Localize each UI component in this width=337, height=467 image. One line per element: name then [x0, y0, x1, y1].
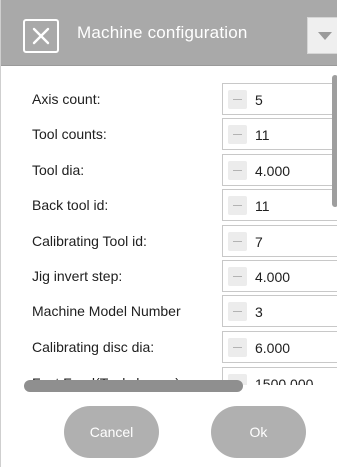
field-row-tool-counts: Tool counts: 11	[1, 118, 337, 150]
chevron-down-icon	[318, 32, 332, 40]
field-value: 6.000	[255, 340, 291, 356]
settings-list: Axis count: 5 Tool counts: 11 Tool dia: …	[1, 67, 337, 385]
menu-dropdown-button[interactable]	[307, 17, 337, 54]
field-label: Tool dia:	[32, 162, 85, 178]
field-row-back-tool-id: Back tool id: 11	[1, 189, 337, 221]
field-label: Calibrating Tool id:	[32, 233, 147, 249]
field-input[interactable]: 4.000	[222, 154, 337, 186]
minus-icon[interactable]	[228, 302, 247, 321]
field-row-axis-count: Axis count: 5	[1, 83, 337, 115]
dialog-title: Machine configuration	[77, 23, 248, 42]
field-value: 5	[255, 92, 263, 108]
field-input[interactable]: 11	[222, 118, 337, 150]
close-icon	[32, 27, 50, 45]
field-input[interactable]: 11	[222, 189, 337, 221]
minus-icon[interactable]	[228, 338, 247, 357]
ok-button[interactable]: Ok	[211, 406, 306, 458]
field-label: Axis count:	[32, 91, 101, 107]
field-value: 1500.000	[255, 376, 314, 385]
minus-icon[interactable]	[228, 90, 247, 109]
minus-icon[interactable]	[228, 196, 247, 215]
field-label: Jig invert step:	[32, 268, 123, 284]
field-label: Back tool id:	[32, 197, 109, 213]
field-value: 3	[255, 304, 263, 320]
machine-configuration-dialog: Machine configuration Axis count: 5 Tool…	[0, 0, 337, 467]
field-input[interactable]: 7	[222, 225, 337, 257]
field-value: 11	[255, 198, 270, 214]
field-input[interactable]: 4.000	[222, 260, 337, 292]
field-value: 11	[255, 127, 270, 143]
field-row-calibrating-tool-id: Calibrating Tool id: 7	[1, 225, 337, 257]
field-value: 7	[255, 234, 263, 250]
minus-icon[interactable]	[228, 267, 247, 286]
field-input[interactable]: 5	[222, 83, 337, 115]
field-label: Calibrating disc dia:	[32, 339, 155, 355]
cancel-button[interactable]: Cancel	[64, 406, 159, 458]
field-row-tool-dia: Tool dia: 4.000	[1, 154, 337, 186]
field-input[interactable]: 3	[222, 295, 337, 327]
field-row-machine-model-number: Machine Model Number 3	[1, 295, 337, 327]
field-row-calibrating-disc-dia: Calibrating disc dia: 6.000	[1, 331, 337, 363]
minus-icon[interactable]	[228, 125, 247, 144]
field-label: Tool counts:	[32, 126, 107, 142]
field-value: 4.000	[255, 163, 291, 179]
vertical-scrollbar[interactable]	[332, 75, 337, 207]
title-bar: Machine configuration	[1, 0, 337, 66]
close-button[interactable]	[23, 19, 59, 53]
minus-icon[interactable]	[228, 232, 247, 251]
field-label: Machine Model Number	[32, 303, 181, 319]
minus-icon[interactable]	[228, 161, 247, 180]
field-value: 4.000	[255, 269, 291, 285]
field-input[interactable]: 6.000	[222, 331, 337, 363]
horizontal-scrollbar[interactable]	[24, 380, 243, 392]
field-row-jig-invert-step: Jig invert step: 4.000	[1, 260, 337, 292]
